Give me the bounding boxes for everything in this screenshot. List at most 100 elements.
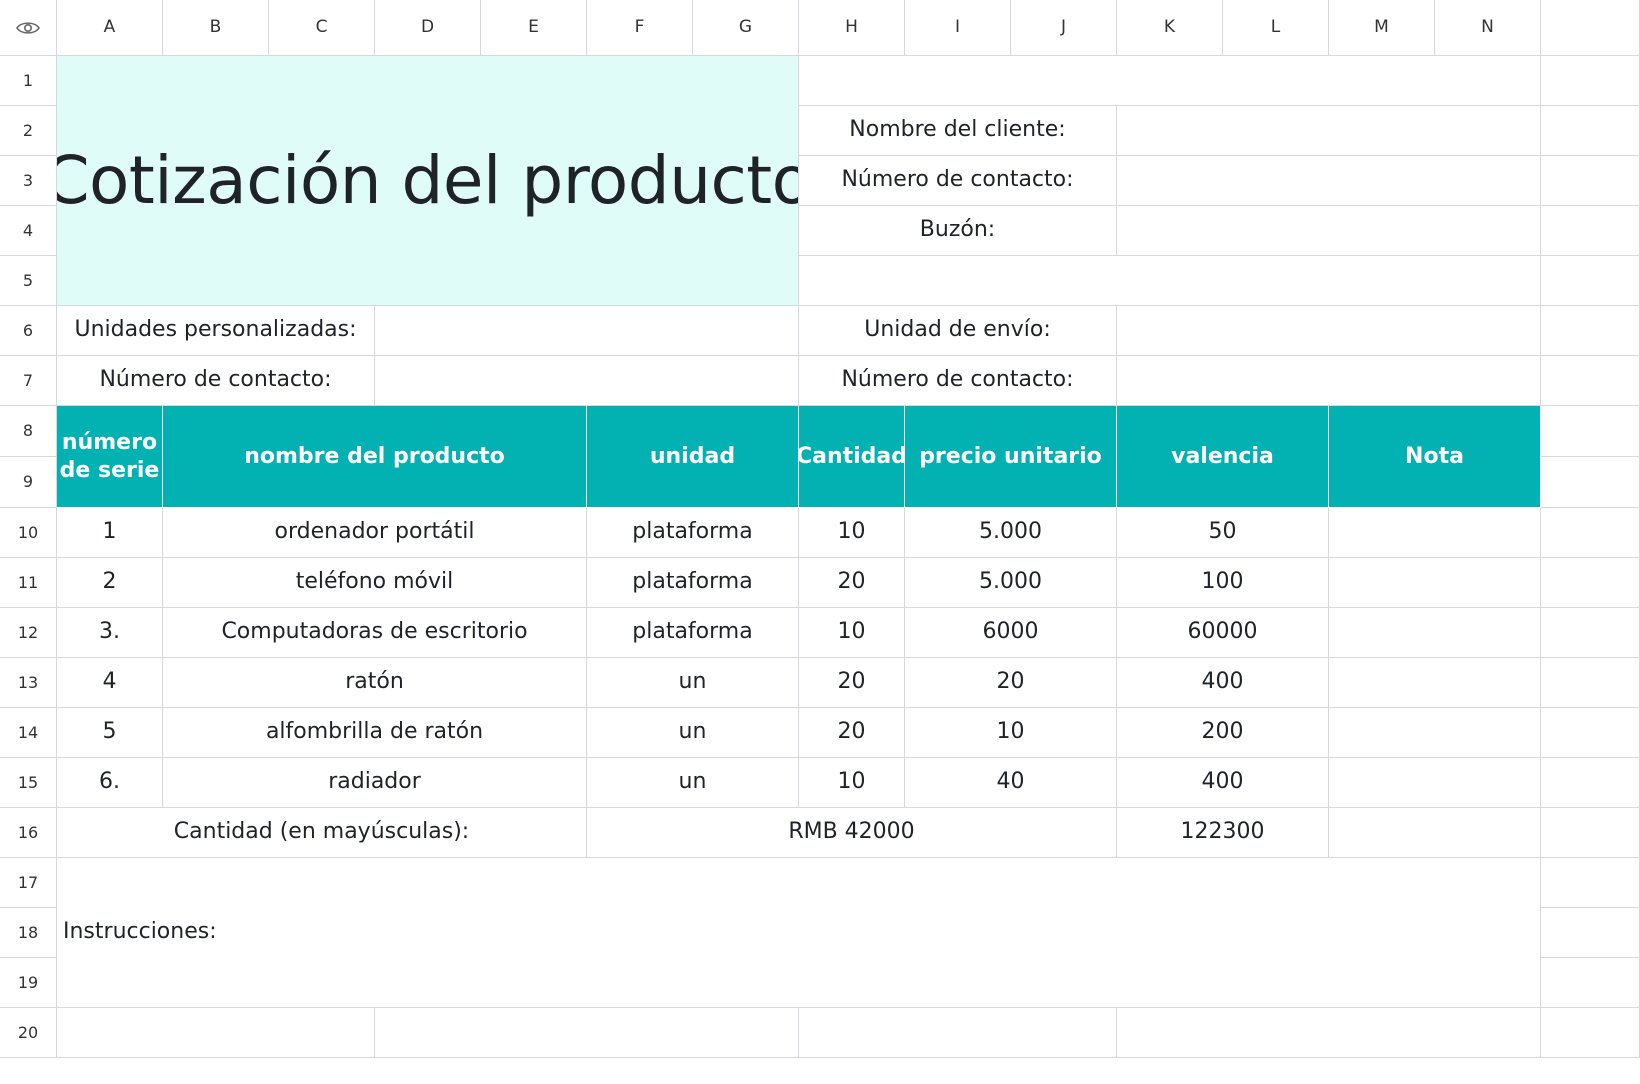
client-contact-label[interactable]: Número de contacto: (799, 156, 1117, 206)
contact-label-left[interactable]: Número de contacto: (57, 356, 375, 406)
table-cell-product[interactable]: radiador (163, 758, 587, 808)
row-header-3[interactable]: 3 (0, 156, 57, 206)
table-cell-serial[interactable]: 3. (57, 608, 163, 658)
th-unit-price[interactable]: precio unitario (905, 406, 1117, 508)
row-header-13[interactable]: 13 (0, 658, 57, 708)
table-cell-serial[interactable]: 5 (57, 708, 163, 758)
cell-o7[interactable] (1541, 356, 1640, 406)
table-cell-note[interactable] (1329, 708, 1541, 758)
table-cell-note[interactable] (1329, 508, 1541, 558)
cell-h5[interactable] (799, 256, 1541, 306)
cell-o6[interactable] (1541, 306, 1640, 356)
total-label[interactable]: Cantidad (en mayúsculas): (57, 808, 587, 858)
cell-k20[interactable] (1117, 1008, 1541, 1058)
cell-o1[interactable] (1541, 56, 1640, 106)
table-cell-value[interactable]: 400 (1117, 758, 1329, 808)
th-serial[interactable]: número de serie (57, 406, 163, 508)
table-cell-unit[interactable]: un (587, 708, 799, 758)
column-header-m[interactable]: M (1329, 0, 1435, 56)
table-cell-note[interactable] (1329, 608, 1541, 658)
th-value[interactable]: valencia (1117, 406, 1329, 508)
table-cell-serial[interactable]: 6. (57, 758, 163, 808)
cell-o14[interactable] (1541, 708, 1640, 758)
cell-o13[interactable] (1541, 658, 1640, 708)
table-cell-unit-price[interactable]: 5.000 (905, 558, 1117, 608)
custom-units-label[interactable]: Unidades personalizadas: (57, 306, 375, 356)
cell-o16[interactable] (1541, 808, 1640, 858)
table-cell-value[interactable]: 400 (1117, 658, 1329, 708)
cell-o9[interactable] (1541, 457, 1640, 508)
th-product[interactable]: nombre del producto (163, 406, 587, 508)
table-cell-note[interactable] (1329, 558, 1541, 608)
cell-o12[interactable] (1541, 608, 1640, 658)
row-header-19[interactable]: 19 (0, 958, 57, 1008)
shipping-unit-value[interactable] (1117, 306, 1541, 356)
row-header-11[interactable]: 11 (0, 558, 57, 608)
instructions-cell[interactable]: Instrucciones: (57, 858, 1541, 1008)
row-header-4[interactable]: 4 (0, 206, 57, 256)
cell-o19[interactable] (1541, 958, 1640, 1008)
cell-a20[interactable] (57, 1008, 375, 1058)
column-header-g[interactable]: G (693, 0, 799, 56)
contact-value-left[interactable] (375, 356, 799, 406)
title-cell[interactable]: Cotización del producto (57, 56, 799, 306)
table-cell-value[interactable]: 50 (1117, 508, 1329, 558)
cell-o18[interactable] (1541, 908, 1640, 958)
contact-value-right[interactable] (1117, 356, 1541, 406)
row-header-9[interactable]: 9 (0, 457, 57, 508)
row-header-8[interactable]: 8 (0, 406, 57, 457)
row-header-18[interactable]: 18 (0, 908, 57, 958)
table-cell-unit[interactable]: plataforma (587, 558, 799, 608)
row-header-7[interactable]: 7 (0, 356, 57, 406)
th-quantity[interactable]: Cantidad (799, 406, 905, 508)
total-value[interactable]: 122300 (1117, 808, 1329, 858)
column-header-n[interactable]: N (1435, 0, 1541, 56)
table-cell-product[interactable]: Computadoras de escritorio (163, 608, 587, 658)
column-header-b[interactable]: B (163, 0, 269, 56)
row-header-12[interactable]: 12 (0, 608, 57, 658)
table-cell-serial[interactable]: 1 (57, 508, 163, 558)
column-header-e[interactable]: E (481, 0, 587, 56)
cell-o3[interactable] (1541, 156, 1640, 206)
total-rmb[interactable]: RMB 42000 (587, 808, 1117, 858)
row-header-16[interactable]: 16 (0, 808, 57, 858)
table-cell-product[interactable]: teléfono móvil (163, 558, 587, 608)
client-contact-value[interactable] (1117, 156, 1541, 206)
row-header-20[interactable]: 20 (0, 1008, 57, 1058)
table-cell-unit-price[interactable]: 5.000 (905, 508, 1117, 558)
table-cell-unit-price[interactable]: 10 (905, 708, 1117, 758)
table-cell-unit[interactable]: plataforma (587, 508, 799, 558)
row-header-14[interactable]: 14 (0, 708, 57, 758)
cell-d20[interactable] (375, 1008, 799, 1058)
table-cell-serial[interactable]: 2 (57, 558, 163, 608)
cell-o11[interactable] (1541, 558, 1640, 608)
client-mailbox-value[interactable] (1117, 206, 1541, 256)
select-all-corner[interactable] (0, 0, 57, 56)
cell-h1[interactable] (799, 56, 1541, 106)
column-header-i[interactable]: I (905, 0, 1011, 56)
column-header-f[interactable]: F (587, 0, 693, 56)
column-header-c[interactable]: C (269, 0, 375, 56)
column-header-k[interactable]: K (1117, 0, 1223, 56)
row-header-2[interactable]: 2 (0, 106, 57, 156)
row-header-10[interactable]: 10 (0, 508, 57, 558)
table-cell-value[interactable]: 100 (1117, 558, 1329, 608)
th-note[interactable]: Nota (1329, 406, 1541, 508)
cell-o10[interactable] (1541, 508, 1640, 558)
th-unit[interactable]: unidad (587, 406, 799, 508)
column-header-l[interactable]: L (1223, 0, 1329, 56)
table-cell-product[interactable]: ratón (163, 658, 587, 708)
total-note[interactable] (1329, 808, 1541, 858)
column-header-j[interactable]: J (1011, 0, 1117, 56)
cell-o15[interactable] (1541, 758, 1640, 808)
table-cell-quantity[interactable]: 20 (799, 558, 905, 608)
row-header-17[interactable]: 17 (0, 858, 57, 908)
table-cell-unit[interactable]: plataforma (587, 608, 799, 658)
table-cell-quantity[interactable]: 10 (799, 608, 905, 658)
cell-o20[interactable] (1541, 1008, 1640, 1058)
column-header-o[interactable] (1541, 0, 1640, 56)
table-cell-quantity[interactable]: 20 (799, 658, 905, 708)
row-header-5[interactable]: 5 (0, 256, 57, 306)
table-cell-quantity[interactable]: 20 (799, 708, 905, 758)
table-cell-unit[interactable]: un (587, 758, 799, 808)
